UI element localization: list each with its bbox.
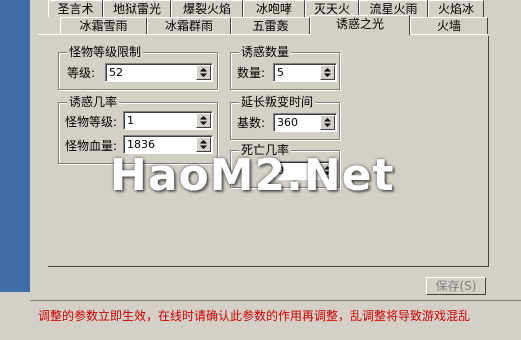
tab-divider bbox=[38, 34, 488, 35]
base-spinbox[interactable]: 360 bbox=[273, 113, 337, 132]
level-limit-group: 怪物等级限制 等级: 52 bbox=[58, 44, 218, 90]
monster-level-value: 1 bbox=[127, 114, 134, 127]
monster-level-spinbox[interactable]: 1 bbox=[123, 111, 213, 130]
tab-frost-snow-rain[interactable]: 冰霜雪雨 bbox=[60, 17, 147, 34]
level-spinbox[interactable]: 52 bbox=[105, 63, 213, 82]
tab-ice-roar[interactable]: 冰咆哮 bbox=[243, 0, 305, 17]
tab-hell-thunder[interactable]: 地狱雷光 bbox=[103, 0, 171, 17]
level-limit-title: 怪物等级限制 bbox=[67, 44, 144, 60]
base-spin-arrows[interactable] bbox=[320, 115, 335, 130]
temptation-count-group: 诱惑数量 数量: 5 bbox=[230, 44, 340, 90]
tab-fire-wall[interactable]: 火墙 bbox=[410, 17, 488, 34]
spin-arrows-icon bbox=[324, 68, 331, 77]
count-label: 数量: bbox=[237, 66, 266, 80]
save-button[interactable]: 保存(S) bbox=[426, 277, 486, 295]
spin-arrows-icon bbox=[200, 116, 207, 125]
spin-arrows-icon bbox=[200, 68, 207, 77]
tab-burst-flame[interactable]: 爆裂火焰 bbox=[171, 0, 243, 17]
tab-five-thunder[interactable]: 五雷轰 bbox=[231, 17, 310, 34]
status-divider bbox=[30, 300, 521, 301]
spin-arrows-icon bbox=[200, 140, 207, 149]
tab-frost-group-rain[interactable]: 冰霜群雨 bbox=[147, 17, 231, 34]
count-value: 5 bbox=[277, 66, 284, 79]
monster-level-label: 怪物等级: bbox=[65, 115, 118, 129]
spin-arrows-icon bbox=[324, 118, 331, 127]
tab-temptation-light[interactable]: 诱惑之光 bbox=[310, 15, 410, 35]
base-value: 360 bbox=[277, 116, 298, 129]
hint-text: 调整的参数立即生效，在线时请确认此参数的作用再调整，乱调整将导致游戏混乱 bbox=[38, 309, 471, 323]
temptation-count-title: 诱惑数量 bbox=[239, 44, 292, 60]
desktop-background bbox=[0, 0, 30, 292]
level-value: 52 bbox=[109, 66, 123, 79]
level-spin-arrows[interactable] bbox=[196, 65, 211, 80]
tab-holy-word[interactable]: 圣言术 bbox=[48, 0, 103, 17]
base-label: 基数: bbox=[237, 116, 266, 130]
count-spin-arrows[interactable] bbox=[320, 65, 335, 80]
count-spinbox[interactable]: 5 bbox=[273, 63, 337, 82]
site-watermark: HaoM2.Net bbox=[110, 150, 395, 201]
tab-flame-ice[interactable]: 火焰冰 bbox=[428, 0, 484, 17]
extend-betrayal-group: 延长叛变时间 基数: 360 bbox=[230, 94, 340, 140]
temptation-rate-title: 诱惑几率 bbox=[67, 94, 120, 110]
monster-level-spin-arrows[interactable] bbox=[196, 113, 211, 128]
level-label: 等级: bbox=[67, 66, 96, 80]
extend-betrayal-title: 延长叛变时间 bbox=[239, 94, 316, 110]
